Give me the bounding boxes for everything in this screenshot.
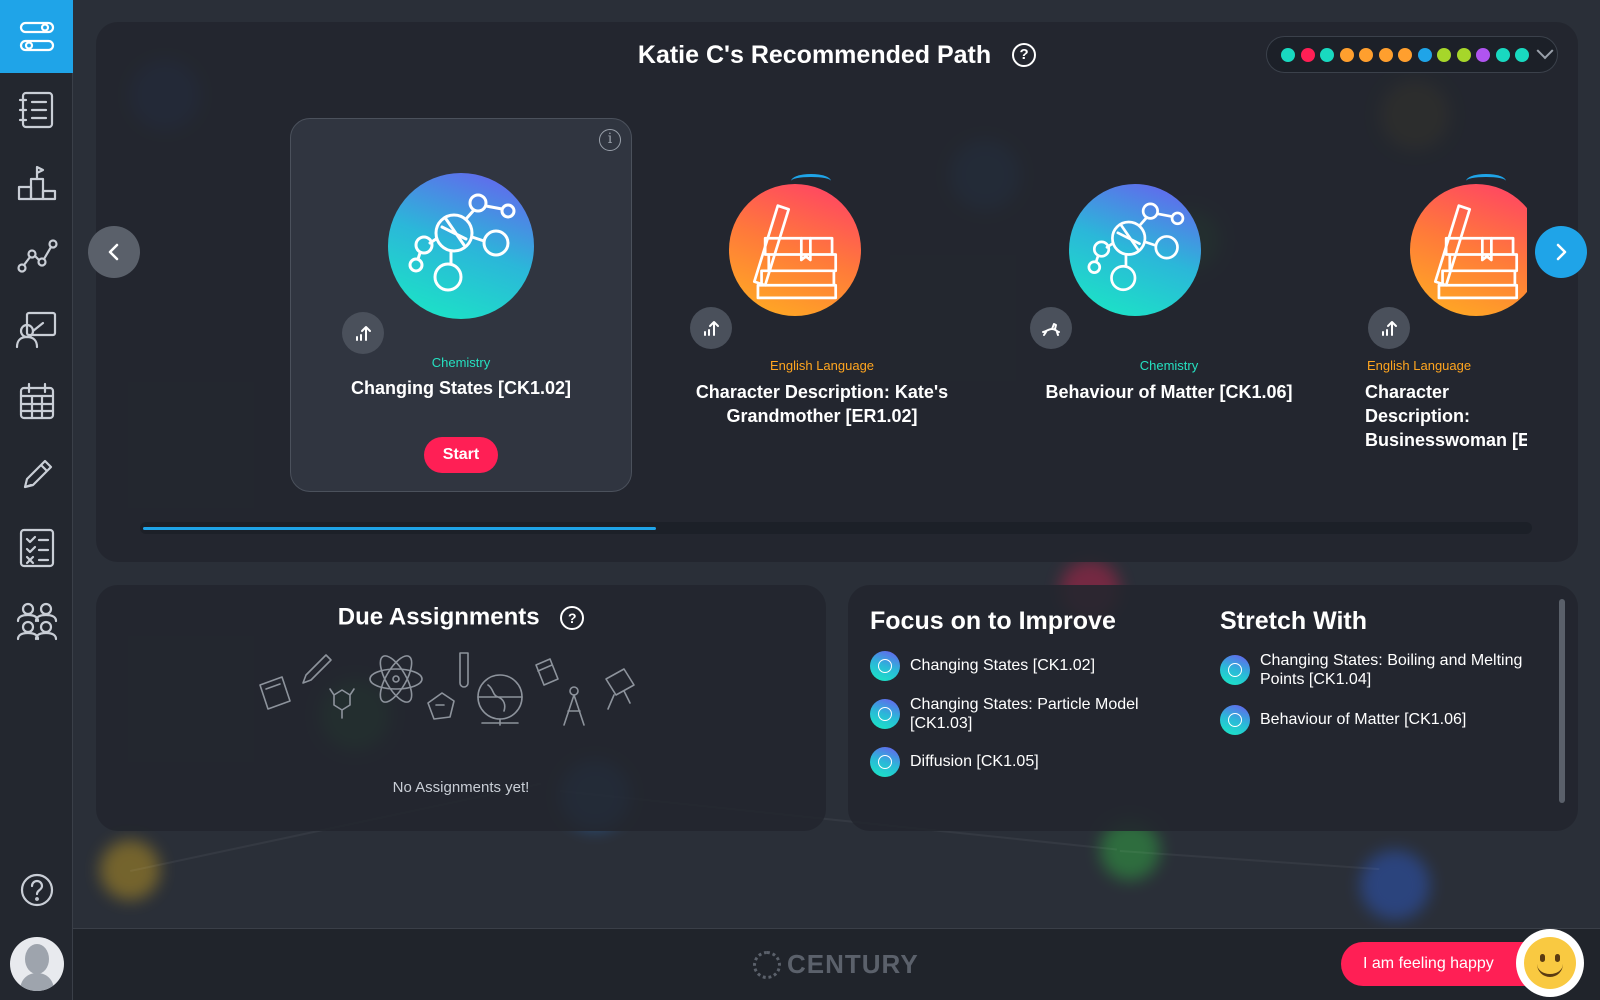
chevron-right-icon: [1556, 243, 1567, 261]
due-assignments-panel: Due Assignments ? No Assignments yet!: [96, 585, 826, 831]
carousel-prev-button[interactable]: [88, 226, 140, 278]
course-subject: Chemistry: [1139, 358, 1199, 373]
sidebar-item-tests[interactable]: [0, 511, 73, 584]
sidebar-item-teacher[interactable]: [0, 292, 73, 365]
empty-state-text: No Assignments yet!: [392, 779, 530, 796]
recommended-path-panel: Katie C's Recommended Path ? i Chemistry…: [96, 22, 1578, 562]
logo-text: CENTURY: [787, 949, 919, 979]
carousel-next-button[interactable]: [1535, 226, 1587, 278]
section-title: Due Assignments: [337, 603, 540, 631]
chemistry-icon: [870, 651, 900, 681]
upward-trend-icon: [342, 312, 384, 354]
sidebar: [0, 0, 73, 1000]
running-rabbit-icon: [1030, 307, 1072, 349]
subject-dot: [1476, 47, 1490, 62]
course-card[interactable]: i Chemistry Changing States [CK1.02] Sta…: [290, 118, 632, 492]
century-logo: CENTURY: [753, 949, 919, 980]
course-subject: English Language: [1367, 358, 1472, 373]
sidebar-item-groups[interactable]: [0, 584, 73, 657]
stretch-item[interactable]: Changing States: Boiling and Melting Poi…: [1220, 651, 1550, 689]
subject-dot: [1320, 47, 1334, 62]
sidebar-item-leaderboard[interactable]: [0, 146, 73, 219]
subject-dot: [1515, 47, 1529, 62]
subject-dot: [1398, 47, 1412, 62]
pencil-icon: [23, 459, 52, 488]
help-icon: [20, 873, 53, 906]
course-subject: Chemistry: [431, 355, 491, 370]
due-assignments-title-row: Due Assignments ?: [96, 603, 826, 632]
scrollbar[interactable]: [1559, 599, 1565, 803]
chemistry-icon: [870, 747, 900, 777]
stretch-title: Stretch With: [1220, 607, 1367, 635]
focus-item-label: Changing States: Particle Model [CK1.03]: [910, 696, 1139, 732]
subject-dot: [1359, 47, 1373, 62]
path-scroll-progress[interactable]: [143, 527, 656, 530]
course-title: Character Description: Businesswoman [E: [1365, 382, 1527, 450]
recommendations-panel: Focus on to Improve Changing States [CK1…: [848, 585, 1578, 831]
subject-dot: [1339, 47, 1354, 62]
sidebar-item-path[interactable]: [0, 0, 73, 73]
courses-list-icon: [18, 91, 53, 128]
focus-item[interactable]: Diffusion [CK1.05]: [870, 747, 1180, 777]
english-books-icon: [729, 184, 861, 316]
happy-face-icon[interactable]: [1516, 929, 1584, 997]
subject-dot: [1456, 47, 1471, 62]
path-sliders-icon: [19, 21, 54, 51]
start-button[interactable]: Start: [424, 437, 498, 473]
due-help-icon[interactable]: ?: [560, 605, 585, 630]
sidebar-item-courses[interactable]: [0, 73, 73, 146]
subject-dot: [1437, 47, 1451, 62]
subject-dot: [1417, 47, 1432, 62]
path-help-icon[interactable]: ?: [1012, 43, 1037, 68]
subject-filter-dropdown[interactable]: [1266, 36, 1558, 73]
focus-item[interactable]: Changing States [CK1.02]: [870, 651, 1180, 681]
subject-dot: [1495, 47, 1510, 62]
avatar[interactable]: [10, 937, 64, 991]
checklist-icon: [19, 528, 54, 567]
course-title: Changing States [CK1.02]: [350, 378, 572, 398]
course-card[interactable]: English Language Character Description: …: [651, 118, 993, 492]
upward-trend-icon: [1368, 307, 1410, 349]
user-silhouette-icon: [20, 944, 54, 991]
stretch-item-label: Behaviour of Matter [CK1.06]: [1260, 711, 1467, 728]
calendar-icon: [19, 382, 54, 419]
stretch-item-label: Changing States: Boiling and Melting Poi…: [1260, 652, 1523, 688]
subject-dot: [1378, 47, 1393, 62]
course-title: Behaviour of Matter [CK1.06]: [1045, 382, 1293, 402]
chemistry-molecule-icon: [1069, 184, 1201, 316]
course-subject: English Language: [769, 358, 875, 373]
groups-icon: [16, 602, 57, 640]
course-title: Character Description: Kate's Grandmothe…: [695, 382, 949, 426]
chevron-down-icon: [1536, 41, 1553, 59]
chemistry-molecule-icon: [388, 173, 534, 319]
sidebar-item-calendar[interactable]: [0, 365, 73, 438]
chevron-left-icon: [108, 243, 119, 261]
upward-trend-icon: [690, 307, 732, 349]
stretch-item[interactable]: Behaviour of Matter [CK1.06]: [1220, 705, 1550, 735]
english-books-icon: [1410, 184, 1527, 316]
analytics-graph-icon: [16, 238, 58, 273]
century-logo-mark: [753, 950, 781, 979]
focus-item-label: Diffusion [CK1.05]: [910, 753, 1039, 770]
info-icon[interactable]: i: [599, 129, 621, 151]
teacher-board-icon: [15, 311, 56, 348]
empty-assignments-illustration: [256, 645, 666, 735]
course-card[interactable]: English Language Character Description: …: [1344, 118, 1527, 492]
chemistry-icon: [870, 699, 900, 729]
page-title: Katie C's Recommended Path: [637, 40, 992, 69]
subject-dot: [1300, 47, 1315, 62]
focus-item[interactable]: Changing States: Particle Model [CK1.03]: [870, 695, 1180, 733]
focus-item-label: Changing States [CK1.02]: [910, 657, 1096, 674]
chemistry-icon: [1220, 705, 1250, 735]
sidebar-item-analytics[interactable]: [0, 219, 73, 292]
focus-title: Focus on to Improve: [870, 607, 1116, 635]
subject-dot: [1281, 47, 1295, 62]
sidebar-item-edit[interactable]: [0, 438, 73, 511]
course-card[interactable]: Chemistry Behaviour of Matter [CK1.06]: [998, 118, 1340, 492]
sidebar-help[interactable]: [0, 853, 73, 926]
chemistry-icon: [1220, 655, 1250, 685]
leaderboard-icon: [17, 165, 56, 200]
